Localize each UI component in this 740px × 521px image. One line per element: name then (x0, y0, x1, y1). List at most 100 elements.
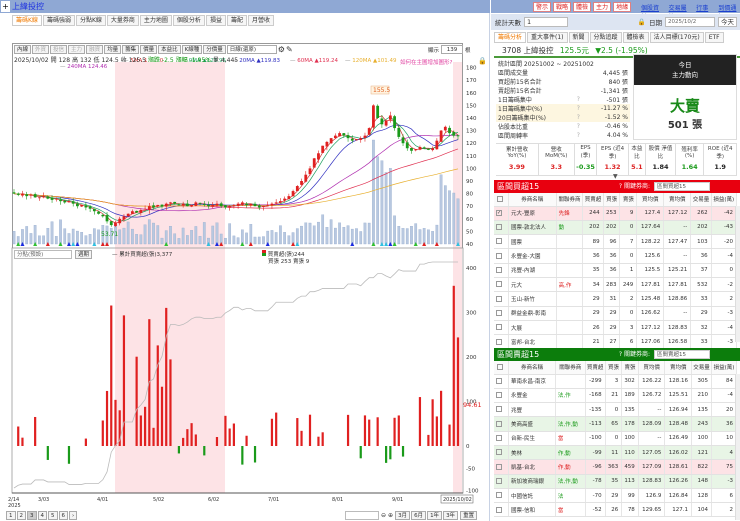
broker-name[interactable]: 國票-信和 (508, 502, 556, 518)
row-checkbox[interactable] (494, 248, 509, 264)
broker-name[interactable]: 美林 (508, 445, 556, 461)
broker-row[interactable]: 國票 89 96 7 128.22 127.47 103 -20 (494, 234, 738, 250)
analysis-tab[interactable]: 分點追蹤 (589, 32, 622, 43)
date-input[interactable]: 2025/10/2 (665, 17, 715, 27)
broker-row[interactable]: 群益金鼎-彰南 29 29 0 126.62 -- 29 -3 (494, 306, 738, 321)
page-button[interactable]: 4 (37, 511, 47, 520)
quick-button[interactable]: 主力 (593, 2, 612, 12)
broker-name[interactable]: 永豐金 (508, 388, 556, 404)
page-button[interactable]: 1 (6, 511, 16, 520)
period-button[interactable]: 週期 (75, 250, 93, 259)
broker-row[interactable]: 永豐金 法,作 -168 21 189 126.72 125.51 210 -4 (494, 388, 737, 404)
analysis-tab[interactable]: 籌碼分析 (494, 32, 527, 43)
broker-row[interactable]: 國票-信和當 -52 26 78 129.65 127.1 104 2 (494, 502, 737, 518)
analysis-tab[interactable]: 體檢表 (622, 32, 649, 43)
row-checkbox[interactable] (494, 320, 509, 336)
column-header[interactable]: 關聯券商 (555, 361, 586, 375)
broker-row[interactable]: 華南永昌-南京 -299 3 302 126.22 128.16 305 84 (494, 374, 737, 389)
column-header[interactable]: 損益(萬) (711, 193, 738, 207)
row-checkbox[interactable] (494, 388, 509, 404)
page-button[interactable]: 2 (16, 511, 26, 520)
range-button[interactable]: 3年 (443, 511, 459, 520)
broker-name[interactable]: 國票 (508, 234, 557, 250)
column-header[interactable]: 買賣超 (582, 193, 604, 207)
row-checkbox[interactable] (494, 416, 509, 432)
broker-row[interactable]: 新加坡商瑞銀 法,作,動 -78 35 113 128.83 126.26 148 -3 (494, 474, 737, 489)
broker-row[interactable]: 國票-敦北法人動 202 202 0 127.64 -- 202 -43 (494, 220, 738, 236)
help-icon[interactable]: ? (573, 104, 584, 113)
range-button[interactable]: 1年 (427, 511, 443, 520)
row-checkbox[interactable] (494, 488, 509, 504)
days-select[interactable]: 1 (524, 17, 568, 27)
column-header[interactable]: 賣張 (621, 361, 639, 375)
help-icon[interactable] (573, 68, 584, 77)
range-button[interactable]: 3月 (395, 511, 411, 520)
row-checkbox[interactable] (494, 263, 509, 278)
broker-row[interactable]: 永豐金-大園 36 36 0 125.6 -- 36 -4 (494, 248, 738, 264)
column-header[interactable]: 買張 (605, 361, 623, 375)
row-checkbox[interactable] (494, 431, 509, 446)
broker-name[interactable]: 元大-豐原 (508, 206, 557, 221)
column-header[interactable]: 買均價 (636, 193, 665, 207)
broker-select[interactable]: 分點(預設) (14, 250, 72, 259)
row-checkbox[interactable] (494, 220, 509, 236)
broker-row[interactable]: 台新-民生當 -100 0 100 -- 126.49 100 10 (494, 431, 737, 446)
row-checkbox[interactable] (494, 459, 509, 475)
broker-name[interactable]: 凱基-台北 (508, 459, 556, 475)
column-header[interactable]: 賣均價 (664, 361, 692, 375)
column-header[interactable]: 買賣超 (585, 361, 606, 375)
broker-name[interactable]: 永豐金-大園 (508, 248, 557, 264)
column-header[interactable]: 券商名稱 (508, 193, 557, 207)
column-header[interactable]: 賣均價 (663, 193, 692, 207)
broker-row[interactable]: ✓ 元大-豐原 先鋒 244 253 9 127.4 127.12 262 -42 (494, 206, 738, 221)
quick-button[interactable]: 地緣 (613, 2, 632, 12)
column-header[interactable]: 交易量 (690, 193, 712, 207)
column-header[interactable]: 關聯券商 (556, 193, 584, 207)
broker-row[interactable]: 美林 作,動 -99 11 110 127.05 126.02 121 4 (494, 445, 737, 461)
row-checkbox[interactable] (494, 502, 509, 518)
buy-scrollbar[interactable] (735, 206, 740, 342)
buy-filter-select[interactable]: 區間買超15 (654, 182, 710, 191)
row-checkbox[interactable] (494, 474, 509, 489)
analysis-tab[interactable]: ETF (704, 32, 724, 43)
help-icon[interactable]: ? (573, 131, 584, 140)
reset-button[interactable]: 重置 (460, 511, 478, 520)
analysis-tab[interactable]: 重大事件(1) (527, 32, 568, 43)
column-header[interactable]: 券商名稱 (508, 361, 556, 375)
sell-scrollbar[interactable] (735, 374, 740, 520)
analysis-tab[interactable]: 法人目標(170元) (649, 32, 704, 43)
quick-button[interactable]: 體檢 (573, 2, 592, 12)
range-button[interactable]: 6月 (411, 511, 427, 520)
broker-name[interactable]: 中國信託 (508, 488, 556, 504)
help-icon[interactable]: ? (573, 95, 584, 104)
column-header[interactable]: 損益(萬) (711, 361, 737, 375)
broker-name[interactable]: 元大 (508, 277, 557, 293)
zoom-in-icon[interactable]: ⊕ (388, 512, 393, 519)
broker-name[interactable]: 新加坡商瑞銀 (508, 474, 556, 489)
row-checkbox[interactable] (494, 334, 509, 350)
row-checkbox[interactable] (494, 306, 509, 321)
page-button[interactable]: 6 (58, 511, 68, 520)
broker-name[interactable]: 國票-敦北法人 (508, 220, 557, 236)
expand-arrow-icon[interactable]: ▼ (613, 173, 618, 180)
help-icon[interactable]: ? (573, 113, 584, 122)
broker-name[interactable]: 富邦-台北 (508, 334, 557, 350)
price-and-flow-chart[interactable]: 1801701601501401301201101009080706050404… (0, 0, 490, 521)
row-checkbox[interactable] (494, 234, 509, 250)
column-header[interactable]: 賣張 (619, 193, 638, 207)
select-all-checkbox[interactable] (494, 193, 509, 207)
broker-row[interactable]: 富邦-台北 21 27 6 127.06 126.58 33 -3 (494, 334, 738, 350)
broker-row[interactable]: 兆豐-內湖 35 36 1 125.5 125.21 37 0 (494, 263, 738, 278)
broker-row[interactable]: 兆豐 -135 0 135 -- 126.94 135 20 (494, 402, 737, 418)
row-checkbox[interactable] (494, 291, 509, 307)
sell-filter-select[interactable]: 區間賣超15 (654, 350, 710, 359)
help-icon[interactable] (573, 77, 584, 86)
page-button[interactable]: 5 (48, 511, 58, 520)
help-icon[interactable]: ? (573, 122, 584, 131)
column-header[interactable]: 交易量 (691, 361, 713, 375)
zoom-out-icon[interactable]: ⊖ (381, 512, 386, 519)
help-icon[interactable] (573, 86, 584, 95)
date-jump-input[interactable] (345, 511, 379, 520)
broker-name[interactable]: 美商高盛 (508, 416, 556, 432)
row-checkbox[interactable] (494, 277, 509, 293)
